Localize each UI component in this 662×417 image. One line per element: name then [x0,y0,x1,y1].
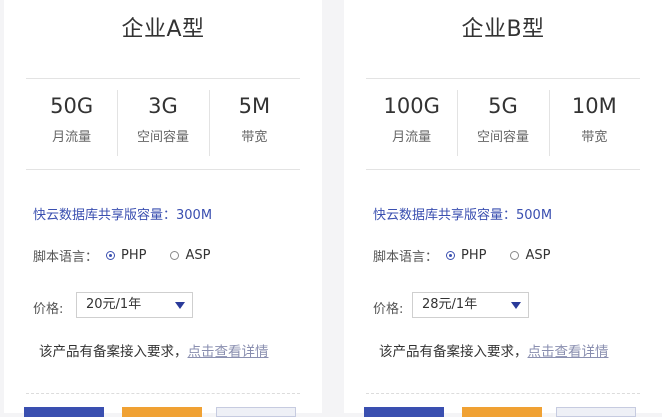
buy-button[interactable] [364,407,444,417]
divider [26,169,300,170]
filing-note-text: 该产品有备案接入要求， [39,344,188,360]
divider [366,78,640,79]
script-language-row: 脚本语言： PHP ASP [33,246,210,265]
db-capacity: 快云数据库共享版容量：500M [373,208,553,223]
radio-label: PHP [461,248,487,263]
view-details-link[interactable]: 点击查看详情 [528,344,609,360]
radio-asp[interactable]: ASP [510,248,550,263]
plan-card-a: 企业A型 50G 月流量 3G 空间容量 5M 带宽 快云数据库共享版容量：30… [4,0,322,417]
trial-button[interactable] [122,407,202,417]
spec-value: 5G [488,94,518,118]
spec-value: 100G [383,94,440,118]
trial-button[interactable] [462,407,542,417]
spec-label: 月流量 [52,130,92,145]
spec-storage: 5G 空间容量 [457,90,548,156]
divider [26,78,300,79]
filing-note: 该产品有备案接入要求，点击查看详情 [379,340,609,360]
divider-dashed [366,393,640,394]
spec-traffic: 50G 月流量 [26,90,117,156]
divider [366,169,640,170]
radio-label: ASP [185,248,211,263]
radio-unchecked-icon [510,251,520,260]
db-capacity: 快云数据库共享版容量：300M [33,208,213,223]
view-details-link[interactable]: 点击查看详情 [188,344,269,360]
radio-asp[interactable]: ASP [170,248,210,263]
radio-checked-icon [446,251,456,260]
radio-label: ASP [525,248,551,263]
buy-button[interactable] [24,407,104,417]
spec-bandwidth: 10M 带宽 [548,90,640,156]
price-label: 价格: [33,302,64,317]
spec-value: 5M [238,94,271,118]
caret-down-icon [175,302,185,309]
radio-label: PHP [121,248,147,263]
spec-label: 带宽 [581,130,608,145]
radio-unchecked-icon [170,251,180,260]
radio-checked-icon [106,251,116,260]
spec-row: 50G 月流量 3G 空间容量 5M 带宽 [26,90,300,156]
spec-storage: 3G 空间容量 [117,90,208,156]
filing-note-text: 该产品有备案接入要求， [379,344,528,360]
spec-value: 3G [148,94,178,118]
divider-dashed [26,393,300,394]
spec-label: 空间容量 [136,130,189,145]
plan-title: 企业B型 [461,17,545,42]
spec-bandwidth: 5M 带宽 [208,90,300,156]
spec-label: 空间容量 [476,130,529,145]
spec-label: 带宽 [241,130,268,145]
caret-down-icon [511,302,521,309]
price-select-value: 28元/1年 [422,297,478,312]
spec-value: 50G [50,94,94,118]
script-language-row: 脚本语言： PHP ASP [373,246,550,265]
plan-card-b: 企业B型 100G 月流量 5G 空间容量 10M 带宽 快云数据库共享版容量：… [344,0,662,417]
spec-value: 10M [571,94,617,118]
plan-title: 企业A型 [121,17,205,42]
price-select[interactable]: 20元/1年 [76,292,193,318]
details-button[interactable] [216,407,296,417]
filing-note: 该产品有备案接入要求，点击查看详情 [39,340,269,360]
price-label: 价格: [373,302,404,317]
script-language-label: 脚本语言： [373,250,439,265]
script-language-label: 脚本语言： [33,250,99,265]
spec-row: 100G 月流量 5G 空间容量 10M 带宽 [366,90,640,156]
spec-label: 月流量 [392,130,432,145]
price-select[interactable]: 28元/1年 [412,292,529,318]
price-select-value: 20元/1年 [86,297,142,312]
radio-php[interactable]: PHP [446,248,486,263]
radio-php[interactable]: PHP [106,248,146,263]
details-button[interactable] [556,407,636,417]
spec-traffic: 100G 月流量 [366,90,457,156]
